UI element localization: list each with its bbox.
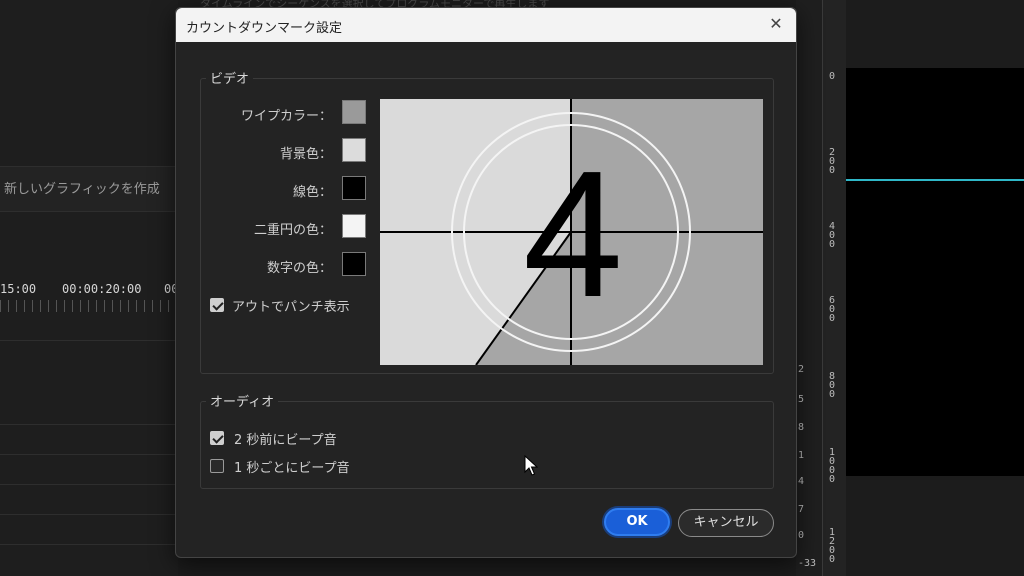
ruler-number: 2 0 0	[828, 147, 836, 176]
audio-group-label: オーディオ	[206, 391, 279, 410]
track-divider	[0, 340, 178, 341]
level-number: 4	[798, 476, 805, 487]
ruler-number: 4 0 0	[828, 221, 836, 250]
level-number: 2	[798, 364, 805, 375]
punch-checkbox[interactable]	[210, 298, 224, 312]
mouse-cursor-icon	[524, 455, 538, 476]
ruler-number: 1 0 0 0	[828, 447, 836, 485]
ruler-number: 6 0 0	[828, 295, 836, 324]
wipe-color-label: ワイプカラー：	[240, 109, 332, 124]
wipe-color-swatch[interactable]	[342, 100, 366, 124]
line-color-label: 線色：	[292, 185, 332, 200]
dialog-titlebar[interactable]: カウントダウンマーク設定 ✕	[176, 8, 796, 42]
countdown-preview: 4	[380, 99, 763, 365]
program-monitor	[846, 68, 1024, 476]
line-color-swatch[interactable]	[342, 176, 366, 200]
timecode-label: 15:00	[0, 282, 37, 296]
number-color-swatch[interactable]	[342, 252, 366, 276]
ruler-number: 1 2 0 0	[828, 527, 836, 565]
ruler-number: 0	[828, 71, 836, 82]
countdown-settings-dialog: カウントダウンマーク設定 ✕ ビデオ ワイプカラー： 背景色： 線色： 二重円の…	[175, 7, 797, 558]
cancel-button[interactable]: キャンセル	[678, 509, 774, 537]
level-number: 8	[798, 422, 805, 433]
new-graphic-label[interactable]: 新しいグラフィックを作成	[4, 178, 160, 197]
level-number: 1	[798, 450, 805, 461]
track-divider	[0, 514, 178, 515]
level-number: 0	[798, 530, 805, 541]
track-divider	[0, 544, 178, 545]
dialog-title: カウントダウンマーク設定	[186, 21, 343, 36]
right-strip	[796, 0, 824, 576]
background-color-swatch[interactable]	[342, 138, 366, 162]
track-divider	[0, 484, 178, 485]
ruler-number: 8 0 0	[828, 371, 836, 400]
monitor-guide-line	[846, 179, 1024, 181]
timeline-ruler[interactable]	[0, 300, 178, 312]
track-divider	[0, 454, 178, 455]
level-number: 7	[798, 504, 805, 515]
number-color-label: 数字の色：	[266, 261, 332, 276]
beep-every-second-label[interactable]: 1 秒ごとにビープ音	[234, 457, 350, 476]
timecode-label: 00:00:20:00	[62, 282, 142, 296]
video-group-label: ビデオ	[206, 68, 254, 87]
ok-button[interactable]: OK	[604, 508, 670, 536]
vertical-ruler	[822, 0, 846, 576]
circle-color-swatch[interactable]	[342, 214, 366, 238]
close-icon[interactable]: ✕	[766, 14, 786, 34]
beep-every-second-checkbox[interactable]	[210, 459, 224, 473]
beep-2sec-label[interactable]: 2 秒前にビープ音	[234, 429, 337, 448]
level-number: 5	[798, 394, 805, 405]
track-divider	[0, 424, 178, 425]
background-color-label: 背景色：	[279, 147, 332, 162]
level-number: -33	[798, 558, 817, 569]
beep-2sec-checkbox[interactable]	[210, 431, 224, 445]
circle-color-label: 二重円の色：	[253, 223, 332, 238]
punch-checkbox-label[interactable]: アウトでパンチ表示	[232, 296, 350, 315]
monitor-header	[846, 0, 1024, 68]
preview-number: 4	[523, 134, 623, 335]
